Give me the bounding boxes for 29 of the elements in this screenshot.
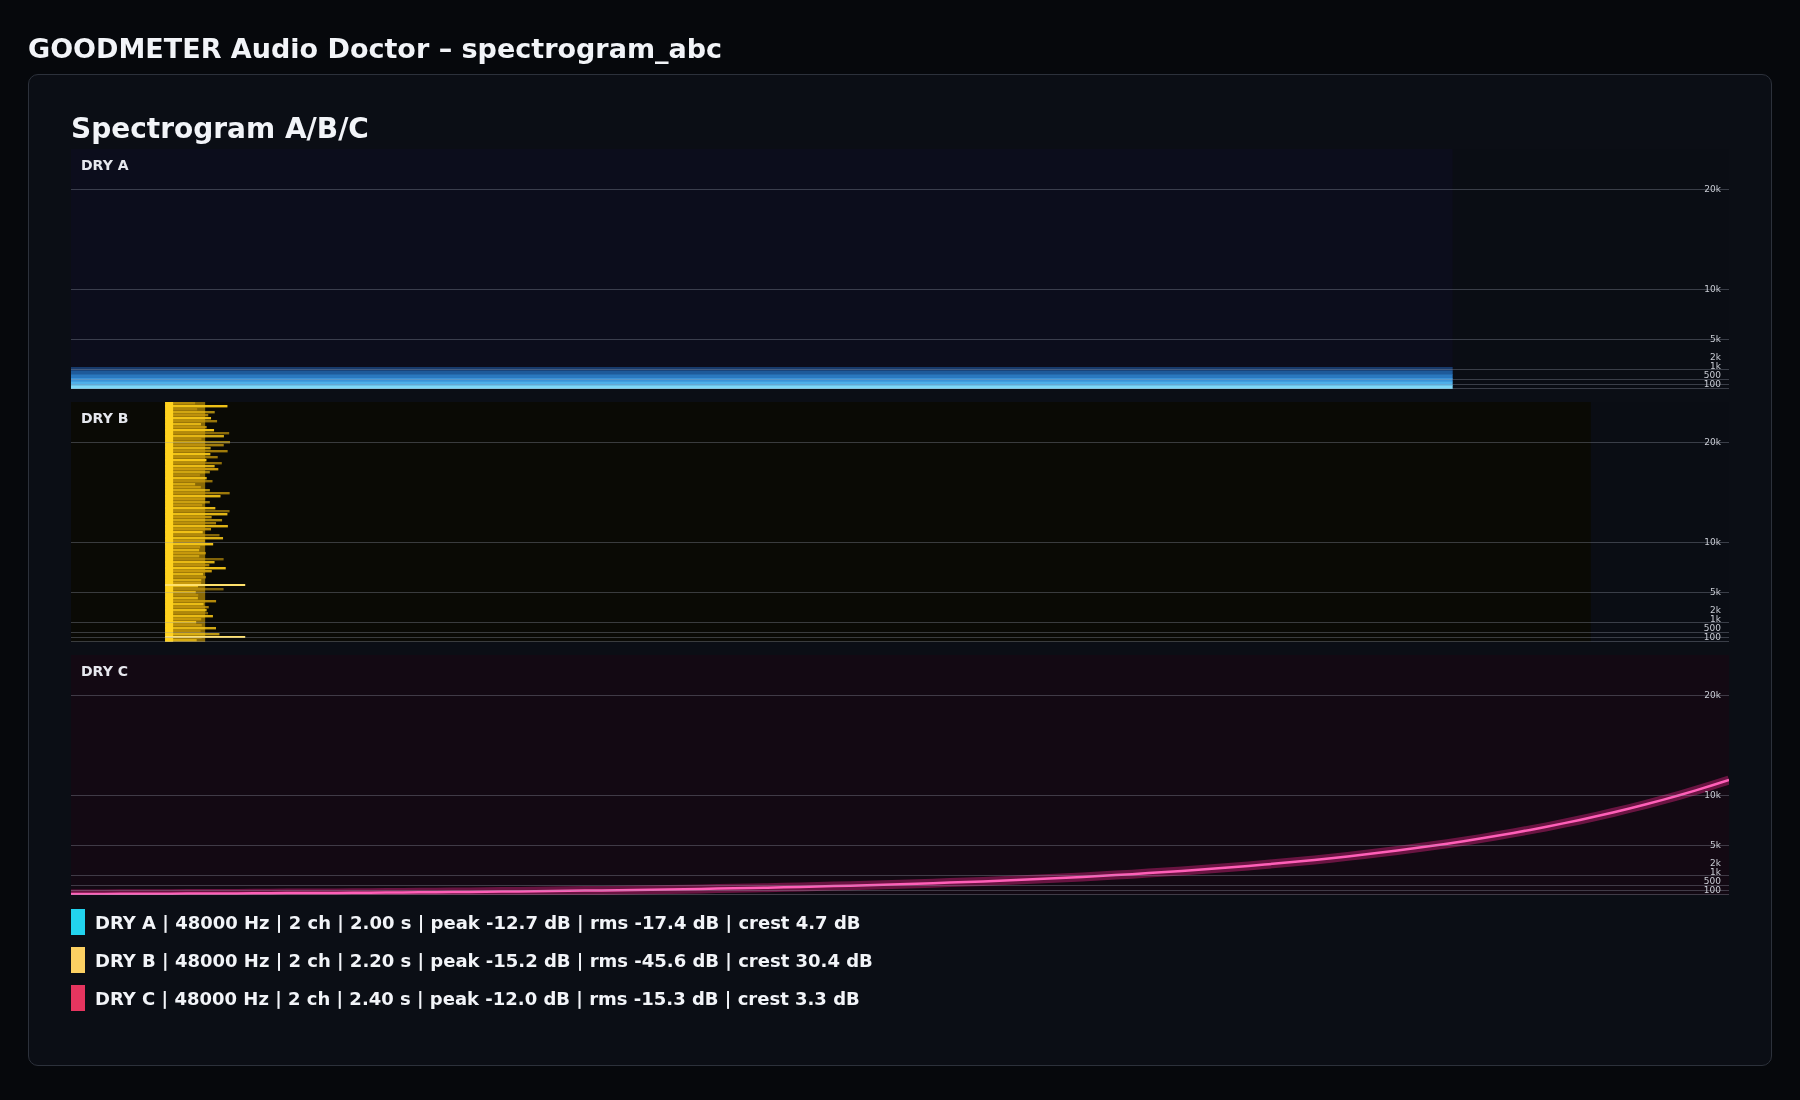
axis-label: 1k xyxy=(1710,360,1721,371)
axis-label: 20k xyxy=(1704,436,1721,448)
axis-label: 5k xyxy=(1710,333,1721,345)
axis-label: 20k xyxy=(1704,183,1721,195)
axis-label: 20k xyxy=(1704,689,1721,701)
axis-label: 2k xyxy=(1710,351,1721,362)
axis-label: 1k xyxy=(1710,613,1721,624)
panel-label: DRY C xyxy=(81,663,128,679)
legend-text: DRY B | 48000 Hz | 2 ch | 2.20 s | peak -15.2 dB | rms -45.6 dB | crest 30.4 dB xyxy=(95,949,873,971)
axis-label: 100 xyxy=(1703,884,1721,896)
axis-label: 2k xyxy=(1710,604,1721,615)
axis-label: 1k xyxy=(1710,866,1721,877)
axis-label: 2k xyxy=(1710,857,1721,868)
axis-label: 5k xyxy=(1710,839,1721,851)
axis-label: 5k xyxy=(1710,586,1721,598)
axis-label: 10k xyxy=(1704,789,1721,801)
legend-text: DRY C | 48000 Hz | 2 ch | 2.40 s | peak -12.0 dB | rms -15.3 dB | crest 3.3 dB xyxy=(95,987,860,1009)
section-heading: Spectrogram A/B/C xyxy=(71,111,369,147)
panel-label: DRY A xyxy=(81,157,129,173)
axis-label: 100 xyxy=(1703,631,1721,643)
app-title: GOODMETER Audio Doctor – spectrogram_abc xyxy=(28,32,723,66)
axis-label: 10k xyxy=(1704,283,1721,295)
axis-label: 10k xyxy=(1704,536,1721,548)
axis-label: 500 xyxy=(1703,369,1721,380)
axis-label: 100 xyxy=(1703,378,1721,390)
panel-label: DRY B xyxy=(81,410,129,426)
axis-label: 500 xyxy=(1703,622,1721,633)
legend-text: DRY A | 48000 Hz | 2 ch | 2.00 s | peak -12.7 dB | rms -17.4 dB | crest 4.7 dB xyxy=(95,911,861,933)
axis-label: 500 xyxy=(1703,875,1721,886)
